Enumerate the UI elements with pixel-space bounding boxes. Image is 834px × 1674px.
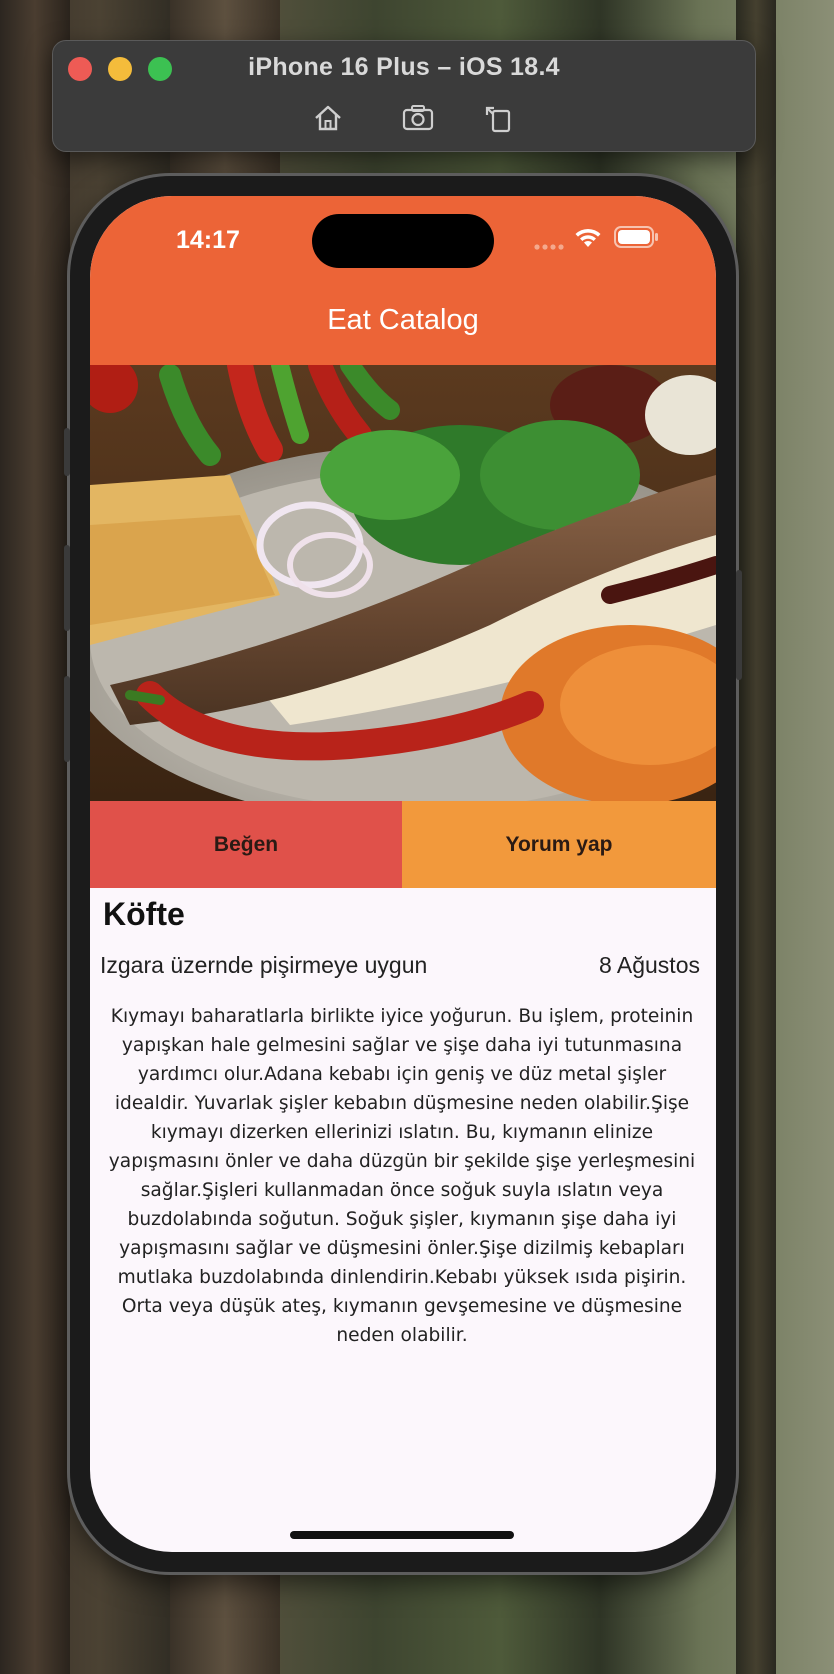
battery-icon (614, 226, 660, 253)
screenshot-icon[interactable] (401, 101, 435, 135)
food-subtitle: Izgara üzernde pişirmeye uygun (100, 952, 428, 978)
simulator-title-bar: iPhone 16 Plus – iOS 18.4 (52, 40, 756, 152)
app-bar: 14:17 Eat Catalog (90, 196, 716, 365)
comment-button[interactable]: Yorum yap (402, 801, 716, 888)
food-image (90, 365, 716, 801)
action-button[interactable] (64, 428, 70, 476)
food-name: Köfte (103, 896, 185, 932)
wifi-icon (574, 226, 602, 253)
home-icon[interactable] (311, 101, 345, 135)
volume-up-button[interactable] (64, 545, 70, 631)
food-date: 8 Ağustos (598, 952, 700, 978)
volume-down-button[interactable] (64, 676, 70, 762)
recipe-description: Kıymayı baharatlarla birlikte iyice yoğu… (108, 1006, 696, 1346)
status-time: 14:17 (176, 226, 240, 254)
simulator-title: iPhone 16 Plus – iOS 18.4 (248, 53, 560, 81)
home-indicator[interactable] (290, 1531, 514, 1539)
app-title: Eat Catalog (327, 304, 479, 336)
rotate-icon[interactable] (481, 101, 515, 135)
like-button[interactable]: Beğen (90, 801, 402, 888)
background-tree-trunk (0, 0, 70, 1674)
dynamic-island (312, 214, 494, 268)
background-tree-trunk (736, 0, 776, 1674)
phone-screen: 14:17 Eat Catalog Beğen Yorum yap Köfte … (90, 196, 716, 1552)
cellular-signal-icon (534, 238, 568, 256)
power-button[interactable] (736, 570, 742, 680)
